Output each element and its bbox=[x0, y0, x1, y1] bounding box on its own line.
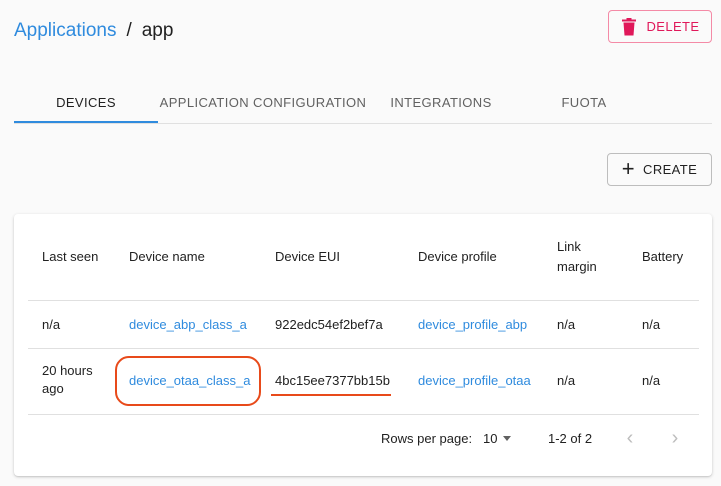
cell-battery: n/a bbox=[642, 317, 661, 332]
device-profile-link[interactable]: device_profile_otaa bbox=[418, 372, 531, 390]
create-button-label: CREATE bbox=[643, 162, 698, 177]
cell-last-seen: n/a bbox=[42, 317, 61, 332]
device-name-link[interactable]: device_abp_class_a bbox=[129, 316, 247, 334]
tab-application-configuration[interactable]: APPLICATION CONFIGURATION bbox=[158, 82, 368, 123]
column-header-device-name: Device name bbox=[129, 249, 205, 264]
chevron-left-icon[interactable]: ‹ bbox=[618, 426, 642, 450]
delete-button[interactable]: DELETE bbox=[608, 10, 712, 43]
column-header-last-seen: Last seen bbox=[42, 249, 99, 264]
column-header-battery: Battery bbox=[642, 249, 684, 264]
cell-device-eui: 4bc15ee7377bb15b bbox=[275, 373, 390, 388]
trash-icon bbox=[621, 17, 636, 35]
active-tab-indicator bbox=[14, 121, 158, 123]
cell-last-seen: 20 hours ago bbox=[42, 363, 93, 396]
tab-bar: DEVICES APPLICATION CONFIGURATION INTEGR… bbox=[14, 82, 712, 124]
breadcrumb-separator: / bbox=[126, 20, 132, 41]
column-header-device-eui: Device EUI bbox=[275, 249, 341, 264]
chevron-right-icon[interactable]: › bbox=[663, 426, 687, 450]
underline-annotation bbox=[271, 394, 391, 396]
create-device-button[interactable]: + CREATE bbox=[607, 153, 712, 186]
plus-icon: + bbox=[621, 155, 636, 181]
row-divider bbox=[28, 348, 699, 349]
cell-battery: n/a bbox=[642, 373, 661, 388]
devices-table-card: Last seen Device name Device EUI Device … bbox=[14, 214, 712, 476]
highlight-annotation-box bbox=[115, 356, 261, 406]
rows-per-page-select[interactable]: 10 bbox=[483, 428, 512, 448]
row-divider bbox=[28, 414, 699, 415]
rows-per-page-label: Rows per page: bbox=[381, 430, 473, 446]
tab-integrations[interactable]: INTEGRATIONS bbox=[368, 82, 514, 123]
column-header-device-profile: Device profile bbox=[418, 249, 497, 264]
pagination-range: 1-2 of 2 bbox=[548, 430, 593, 446]
tab-fuota[interactable]: FUOTA bbox=[514, 82, 654, 123]
column-header-link-margin: Link margin bbox=[557, 239, 597, 274]
breadcrumb: Applications / app bbox=[14, 18, 173, 44]
header-divider bbox=[28, 300, 699, 301]
device-profile-link[interactable]: device_profile_abp bbox=[418, 316, 527, 334]
dropdown-caret-icon bbox=[503, 435, 512, 441]
cell-device-eui: 922edc54ef2bef7a bbox=[275, 317, 383, 332]
tab-devices[interactable]: DEVICES bbox=[14, 82, 158, 123]
rows-per-page-value: 10 bbox=[483, 430, 498, 446]
cell-link-margin: n/a bbox=[557, 373, 576, 388]
breadcrumb-applications-link[interactable]: Applications bbox=[14, 20, 116, 42]
delete-button-label: DELETE bbox=[646, 19, 700, 34]
page-title: app bbox=[141, 20, 174, 41]
cell-link-margin: n/a bbox=[557, 317, 576, 332]
